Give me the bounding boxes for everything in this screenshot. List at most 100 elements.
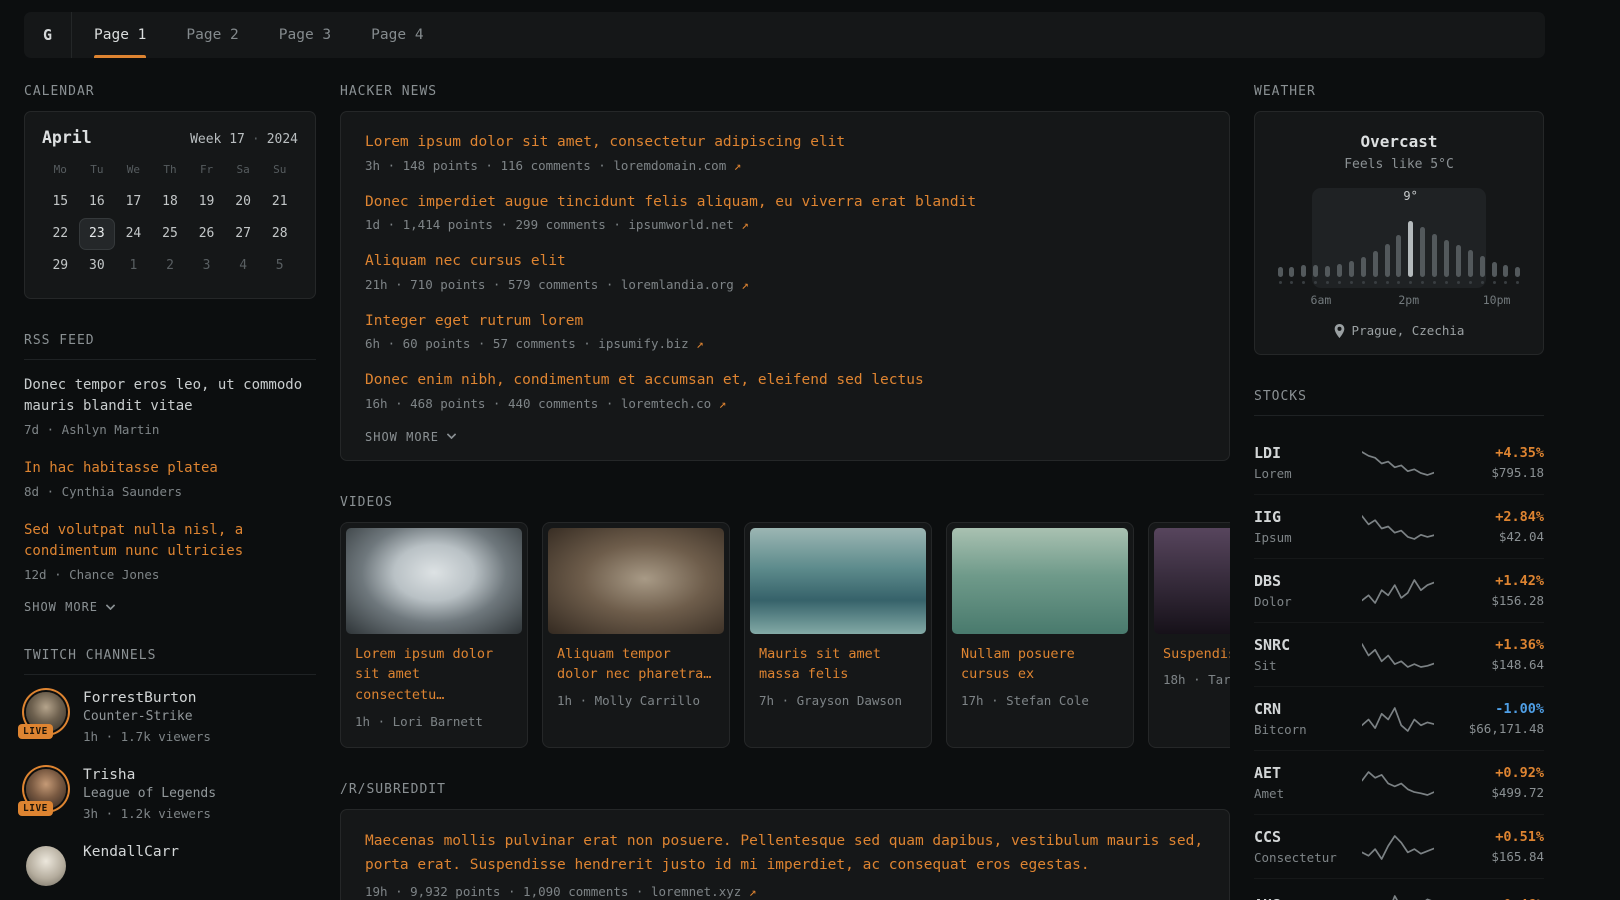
hour-dot	[1433, 281, 1436, 284]
external-link-icon[interactable]: ↗	[734, 158, 742, 173]
twitch-channel[interactable]: LIVEForrestBurtonCounter-Strike1h · 1.7k…	[24, 690, 316, 747]
external-link-icon[interactable]: ↗	[696, 336, 704, 351]
external-link-icon[interactable]: ↗	[719, 396, 727, 411]
rss-item-link[interactable]: In hac habitasse platea	[24, 458, 316, 479]
videos-widget: VIDEOS Lorem ipsum dolor sit amet consec…	[340, 495, 1230, 749]
tab-page-4[interactable]: Page 4	[371, 12, 423, 58]
time-label: 2pm	[1398, 293, 1419, 307]
tab-page-2[interactable]: Page 2	[186, 12, 238, 58]
temperature-bar	[1373, 251, 1378, 277]
weather-hour-column	[1301, 265, 1307, 284]
dashboard-page: G Page 1Page 2Page 3Page 4 CALENDAR Apri…	[24, 12, 1545, 900]
stock-row-aet[interactable]: AETAmet+0.92%$499.72	[1254, 750, 1544, 814]
hackernews-show-more-button[interactable]: SHOW MORE	[365, 430, 1205, 444]
rss-list: Donec tempor eros leo, ut commodo mauris…	[24, 375, 316, 584]
hn-item-link[interactable]: Lorem ipsum dolor sit amet, consectetur …	[365, 132, 1205, 154]
video-card[interactable]: Suspendisse diam18h · Tara	[1148, 522, 1230, 749]
weather-feels-like: Feels like 5°C	[1273, 157, 1525, 172]
temperature-bar	[1420, 227, 1425, 277]
channel-name[interactable]: ForrestBurton	[83, 690, 211, 706]
stock-values: +0.51%$165.84	[1444, 829, 1544, 864]
rss-show-more-button[interactable]: SHOW MORE	[24, 600, 316, 614]
stock-values: +1.36%$148.64	[1444, 637, 1544, 672]
video-thumbnail[interactable]	[952, 528, 1128, 634]
tab-page-1[interactable]: Page 1	[94, 12, 146, 58]
widget-title-hackernews: HACKER NEWS	[340, 84, 1230, 99]
stock-values: +4.35%$795.18	[1444, 445, 1544, 480]
hn-item-link[interactable]: Donec enim nibh, condimentum et accumsan…	[365, 370, 1205, 392]
video-card[interactable]: Mauris sit amet massa felis7h · Grayson …	[744, 522, 932, 749]
channel-name[interactable]: Trisha	[83, 767, 216, 783]
video-title[interactable]: Aliquam tempor dolor nec pharetra…	[557, 644, 715, 686]
video-thumbnail[interactable]	[750, 528, 926, 634]
stock-price: $42.04	[1444, 529, 1544, 544]
hn-item-meta: 3h · 148 points · 116 comments · loremdo…	[365, 157, 1205, 176]
stock-row-crn[interactable]: CRN Bitcorn -1.00%$66,171.48	[1254, 686, 1544, 750]
hour-dot	[1374, 281, 1377, 284]
external-link-icon[interactable]: ↗	[741, 277, 749, 292]
weather-hour-column	[1503, 265, 1509, 284]
location-pin-icon	[1334, 324, 1345, 338]
calendar-day-3: 3	[188, 250, 225, 282]
separator-dot-icon	[245, 132, 267, 147]
video-card[interactable]: Nullam posuere cursus ex17h · Stefan Col…	[946, 522, 1134, 749]
hn-item-meta: 16h · 468 points · 440 comments · loremt…	[365, 395, 1205, 414]
rss-item-link[interactable]: Sed volutpat nulla nisl, a condimentum n…	[24, 520, 316, 562]
stock-row-dbs[interactable]: DBSDolor+1.42%$156.28	[1254, 558, 1544, 622]
stock-row-ldi[interactable]: LDILorem+4.35%$795.18	[1254, 431, 1544, 494]
external-link-icon[interactable]: ↗	[741, 217, 749, 232]
temperature-bar	[1408, 221, 1413, 277]
stock-row-ahs[interactable]: AHS+0.46%	[1254, 878, 1544, 900]
hn-item-info: 3h · 148 points · 116 comments · loremdo…	[365, 158, 734, 173]
weather-hour-column	[1491, 262, 1497, 284]
reddit-post-link[interactable]: Maecenas mollis pulvinar erat non posuer…	[365, 830, 1205, 878]
video-title[interactable]: Lorem ipsum dolor sit amet consectetu…	[355, 644, 513, 707]
video-thumbnail[interactable]	[1154, 528, 1230, 634]
stock-values: +1.42%$156.28	[1444, 573, 1544, 608]
live-badge: LIVE	[18, 801, 53, 816]
rss-item-meta: 7d · Ashlyn Martin	[24, 421, 316, 440]
stock-row-snrc[interactable]: SNRCSit+1.36%$148.64	[1254, 622, 1544, 686]
hackernews-card: Lorem ipsum dolor sit amet, consectetur …	[340, 111, 1230, 461]
temperature-bar	[1492, 262, 1497, 277]
video-thumbnail[interactable]	[346, 528, 522, 634]
video-card[interactable]: Lorem ipsum dolor sit amet consectetu…1h…	[340, 522, 528, 749]
twitch-channel[interactable]: KendallCarr	[24, 844, 316, 888]
calendar-header: April Week 172024	[42, 128, 298, 147]
video-title[interactable]: Nullam posuere cursus ex	[961, 644, 1119, 686]
hn-item: Aliquam nec cursus elit21h · 710 points …	[365, 251, 1205, 295]
stock-symbol: CRN	[1254, 700, 1352, 718]
calendar-month: April	[42, 128, 92, 147]
temperature-bar	[1313, 265, 1318, 277]
stock-identity: CRN Bitcorn	[1254, 700, 1352, 737]
video-card[interactable]: Aliquam tempor dolor nec pharetra…1h · M…	[542, 522, 730, 749]
tab-page-3[interactable]: Page 3	[279, 12, 331, 58]
calendar-day-25: 25	[152, 218, 189, 250]
external-link-icon[interactable]: ↗	[749, 884, 757, 899]
video-thumbnail[interactable]	[548, 528, 724, 634]
weather-hour-column	[1443, 240, 1449, 284]
video-title[interactable]: Suspendisse diam	[1163, 644, 1230, 665]
video-title[interactable]: Mauris sit amet massa felis	[759, 644, 917, 686]
stock-name: Bitcorn	[1254, 722, 1352, 737]
channel-info: ForrestBurtonCounter-Strike1h · 1.7k vie…	[83, 690, 211, 747]
channel-info: TrishaLeague of Legends3h · 1.2k viewers	[83, 767, 216, 824]
twitch-channel[interactable]: LIVE TrishaLeague of Legends3h · 1.2k vie…	[24, 767, 316, 824]
hn-item-link[interactable]: Aliquam nec cursus elit	[365, 251, 1205, 273]
channel-name[interactable]: KendallCarr	[83, 844, 179, 860]
calendar-week: Week 172024	[190, 132, 298, 147]
hn-item-link[interactable]: Integer eget rutrum lorem	[365, 311, 1205, 333]
peak-temperature-label: 9°	[1403, 189, 1417, 203]
stock-row-iig[interactable]: IIGIpsum+2.84%$42.04	[1254, 494, 1544, 558]
hn-item-link[interactable]: Donec imperdiet augue tincidunt felis al…	[365, 192, 1205, 214]
hour-dot	[1314, 281, 1317, 284]
reddit-post-info: 19h · 9,932 points · 1,090 comments · lo…	[365, 884, 749, 899]
stock-symbol: LDI	[1254, 444, 1352, 462]
calendar-day-23: 23	[79, 218, 116, 250]
avatar: LIVE	[24, 767, 68, 811]
stock-values: -1.00%$66,171.48	[1444, 701, 1544, 736]
calendar-day-21: 21	[261, 186, 298, 218]
live-badge: LIVE	[18, 724, 53, 739]
stock-row-ccs[interactable]: CCSConsectetur+0.51%$165.84	[1254, 814, 1544, 878]
rss-item-link[interactable]: Donec tempor eros leo, ut commodo mauris…	[24, 375, 316, 417]
